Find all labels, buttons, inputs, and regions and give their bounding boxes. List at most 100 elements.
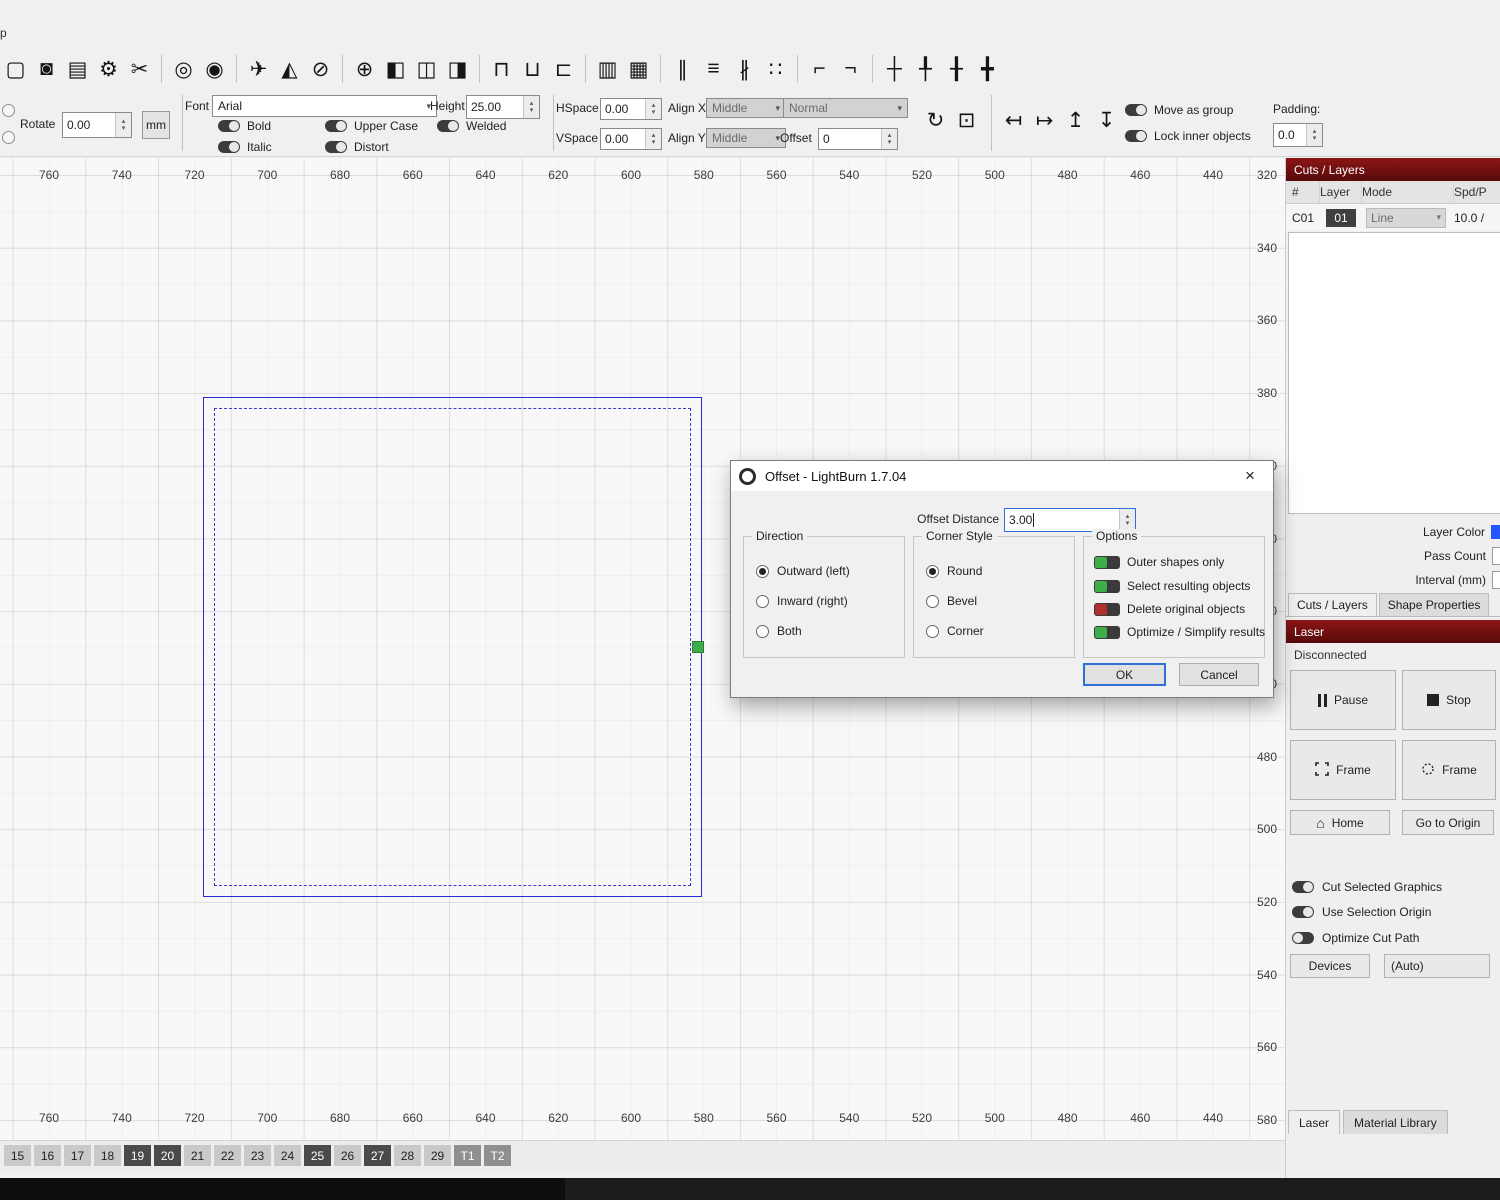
offset-input[interactable]: 0 bbox=[818, 128, 898, 150]
radio-both[interactable]: Both bbox=[756, 624, 802, 638]
spinner-arrows[interactable] bbox=[1306, 124, 1322, 146]
page-tab-24[interactable]: 24 bbox=[274, 1145, 301, 1166]
upper-case-toggle[interactable]: Upper Case bbox=[325, 119, 418, 133]
push-up-icon[interactable]: ↥ bbox=[1060, 104, 1091, 136]
anchor-radio-top[interactable] bbox=[2, 104, 15, 117]
dialog-titlebar[interactable]: Offset - LightBurn 1.7.04 × bbox=[731, 461, 1273, 491]
page-tab-19[interactable]: 19 bbox=[124, 1145, 151, 1166]
camera-icon[interactable]: ◙ bbox=[31, 53, 62, 85]
focus-target-icon[interactable]: ⊕ bbox=[349, 53, 380, 85]
align-x-dropdown[interactable]: Middle bbox=[706, 98, 786, 118]
layer-list[interactable] bbox=[1288, 232, 1500, 514]
page-tab-23[interactable]: 23 bbox=[244, 1145, 271, 1166]
push-left-icon[interactable]: ↤ bbox=[998, 104, 1029, 136]
pause-button[interactable]: Pause bbox=[1290, 670, 1396, 730]
corner-open-icon[interactable]: ⌐ bbox=[804, 53, 835, 85]
radio-bevel[interactable]: Bevel bbox=[926, 594, 977, 608]
welded-toggle[interactable]: Welded bbox=[437, 119, 506, 133]
page-tab-20[interactable]: 20 bbox=[154, 1145, 181, 1166]
node-grid-c-icon[interactable]: ╂ bbox=[941, 53, 972, 85]
close-icon[interactable]: × bbox=[1235, 466, 1265, 486]
push-right-icon[interactable]: ↦ bbox=[1029, 104, 1060, 136]
print-laser-icon[interactable]: ⊡ bbox=[951, 104, 982, 136]
monitor-icon[interactable]: ▤ bbox=[62, 53, 93, 85]
tab-laser[interactable]: Laser bbox=[1288, 1110, 1340, 1134]
two-box-a-icon[interactable]: ▥ bbox=[592, 53, 623, 85]
selection-handle[interactable] bbox=[692, 641, 704, 653]
page-tab-21[interactable]: 21 bbox=[184, 1145, 211, 1166]
frame-button[interactable]: Frame bbox=[1290, 740, 1396, 800]
tools-icon[interactable]: ✂ bbox=[124, 53, 155, 85]
use-selection-origin-toggle[interactable]: Use Selection Origin bbox=[1292, 905, 1431, 919]
weld-mode-dropdown[interactable]: Normal bbox=[783, 98, 908, 118]
page-tab-27[interactable]: 27 bbox=[364, 1145, 391, 1166]
home-button[interactable]: ⌂ Home bbox=[1290, 810, 1390, 835]
tab-shape-properties[interactable]: Shape Properties bbox=[1379, 593, 1490, 616]
page-tab-15[interactable]: 15 bbox=[4, 1145, 31, 1166]
tab-cuts-layers[interactable]: Cuts / Layers bbox=[1288, 593, 1377, 616]
node-grid-b-icon[interactable]: ╀ bbox=[910, 53, 941, 85]
font-dropdown[interactable]: Arial bbox=[212, 95, 437, 117]
distort-toggle[interactable]: Distort bbox=[325, 140, 389, 154]
padding-input[interactable]: 0.0 bbox=[1273, 123, 1323, 147]
page-tab-18[interactable]: 18 bbox=[94, 1145, 121, 1166]
page-tab-16[interactable]: 16 bbox=[34, 1145, 61, 1166]
distribute-space-icon[interactable]: ∷ bbox=[760, 53, 791, 85]
capture-window-icon[interactable]: ▢ bbox=[0, 53, 31, 85]
pass-count-input[interactable] bbox=[1492, 547, 1500, 565]
push-down-icon[interactable]: ↧ bbox=[1091, 104, 1122, 136]
layer-mode-dropdown[interactable]: Line bbox=[1366, 208, 1446, 228]
user-icon[interactable]: ◉ bbox=[199, 53, 230, 85]
spinner-arrows[interactable] bbox=[881, 129, 897, 149]
cut-selected-graphics-toggle[interactable]: Cut Selected Graphics bbox=[1292, 880, 1442, 894]
optimize-cut-path-toggle[interactable]: Optimize Cut Path bbox=[1292, 931, 1419, 945]
tab-material-library[interactable]: Material Library bbox=[1343, 1110, 1448, 1134]
page-tab-26[interactable]: 26 bbox=[334, 1145, 361, 1166]
radio-outward-left[interactable]: Outward (left) bbox=[756, 564, 850, 578]
cancel-button[interactable]: Cancel bbox=[1179, 663, 1259, 686]
align-y-dropdown[interactable]: Middle bbox=[706, 128, 786, 148]
two-box-b-icon[interactable]: ▦ bbox=[623, 53, 654, 85]
mirror-flip-icon[interactable]: ◭ bbox=[274, 53, 305, 85]
move-as-group-toggle[interactable]: Move as group bbox=[1125, 103, 1233, 117]
distribute-center-icon[interactable]: ≡ bbox=[698, 53, 729, 85]
device-select[interactable]: (Auto) bbox=[1384, 954, 1490, 978]
spinner-arrows[interactable] bbox=[523, 96, 539, 118]
outer-shapes-only-toggle[interactable]: Outer shapes only bbox=[1094, 555, 1224, 569]
align-left-icon[interactable]: ◧ bbox=[380, 53, 411, 85]
settings-icon[interactable]: ⚙ bbox=[93, 53, 124, 85]
page-tab-22[interactable]: 22 bbox=[214, 1145, 241, 1166]
interval-input[interactable] bbox=[1492, 571, 1500, 589]
node-grid-a-icon[interactable]: ┼ bbox=[879, 53, 910, 85]
anchor-radio-bottom[interactable] bbox=[2, 131, 15, 144]
spinner-arrows[interactable] bbox=[1119, 509, 1135, 531]
layer-color-swatch[interactable] bbox=[1491, 525, 1500, 539]
rotate-input[interactable]: 0.00 bbox=[62, 112, 132, 138]
lock-inner-objects-toggle[interactable]: Lock inner objects bbox=[1125, 129, 1251, 143]
align-bottom-icon[interactable]: ⊏ bbox=[548, 53, 579, 85]
user-group-icon[interactable]: ◎ bbox=[168, 53, 199, 85]
send-laser-icon[interactable]: ✈ bbox=[243, 53, 274, 85]
align-center-h-icon[interactable]: ◫ bbox=[411, 53, 442, 85]
align-right-icon[interactable]: ◨ bbox=[442, 53, 473, 85]
align-top-icon[interactable]: ⊓ bbox=[486, 53, 517, 85]
layer-row[interactable]: C01 01 Line 10.0 / bbox=[1286, 204, 1500, 231]
radio-round[interactable]: Round bbox=[926, 564, 982, 578]
page-tab-17[interactable]: 17 bbox=[64, 1145, 91, 1166]
page-tab-28[interactable]: 28 bbox=[394, 1145, 421, 1166]
page-tab-T2[interactable]: T2 bbox=[484, 1145, 511, 1166]
distribute-right-icon[interactable]: ∦ bbox=[729, 53, 760, 85]
select-resulting-objects-toggle[interactable]: Select resulting objects bbox=[1094, 579, 1250, 593]
spinner-arrows[interactable] bbox=[645, 129, 661, 149]
radio-corner[interactable]: Corner bbox=[926, 624, 984, 638]
italic-toggle[interactable]: Italic bbox=[218, 140, 272, 154]
optimize-simplify-toggle[interactable]: Optimize / Simplify results bbox=[1094, 625, 1265, 639]
rotate-sync-icon[interactable]: ↻ bbox=[920, 104, 951, 136]
distribute-left-icon[interactable]: ∥ bbox=[667, 53, 698, 85]
bold-toggle[interactable]: Bold bbox=[218, 119, 271, 133]
vspace-input[interactable]: 0.00 bbox=[600, 128, 662, 150]
radio-inward-right[interactable]: Inward (right) bbox=[756, 594, 848, 608]
delete-original-objects-toggle[interactable]: Delete original objects bbox=[1094, 602, 1245, 616]
page-tab-25[interactable]: 25 bbox=[304, 1145, 331, 1166]
height-input[interactable]: 25.00 bbox=[466, 95, 540, 119]
